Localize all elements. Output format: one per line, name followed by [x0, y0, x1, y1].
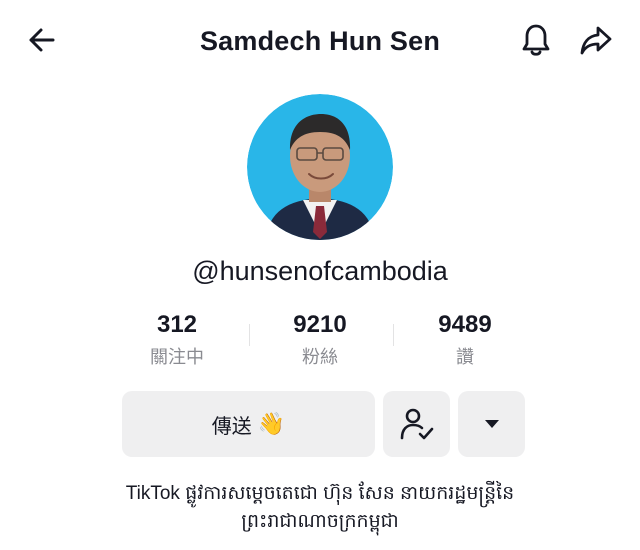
page-title: Samdech Hun Sen: [199, 26, 441, 56]
profile-stats: 312 關注中 9210 粉絲 9489 讚: [0, 310, 640, 374]
arrow-left-icon: [29, 28, 55, 52]
notifications-button[interactable]: [514, 18, 558, 62]
profile-actions: 傳送 👋: [0, 391, 640, 457]
suggested-accounts-button[interactable]: [458, 391, 525, 457]
profile-photo: [247, 94, 393, 240]
message-label: 傳送: [211, 415, 252, 438]
followers-label: 粉絲: [302, 347, 338, 367]
likes-count: 9489: [438, 311, 492, 338]
following-count: 312: [156, 311, 198, 338]
share-arrow-icon: [580, 26, 612, 55]
stat-followers[interactable]: 9210 粉絲: [245, 310, 395, 370]
likes-label: 讚: [456, 347, 474, 367]
stat-likes[interactable]: 9489 讚: [390, 310, 540, 370]
bell-icon: [522, 24, 550, 56]
profile-bio: TikTok ផ្លូវការសម្ដេចតេជោ ហ៊ុន សែន នាយករ…: [60, 480, 580, 536]
stat-divider: [393, 324, 394, 346]
avatar[interactable]: [247, 94, 393, 240]
wave-emoji-icon: 👋: [257, 411, 286, 436]
share-button[interactable]: [574, 18, 618, 62]
caret-down-icon: [484, 420, 499, 428]
stat-divider: [249, 324, 250, 346]
followers-count: 9210: [293, 311, 347, 338]
top-navigation-bar: Samdech Hun Sen: [0, 0, 640, 84]
stat-following[interactable]: 312 關注中: [102, 310, 252, 370]
back-button[interactable]: [20, 18, 64, 62]
following-label: 關注中: [150, 347, 204, 367]
following-status-button[interactable]: [383, 391, 450, 457]
person-check-icon: [400, 408, 433, 440]
bio-line: ព្រះរាជាណាចក្រកម្ពុជា: [241, 511, 399, 532]
username-handle: @hunsenofcambodia: [192, 256, 448, 286]
message-button[interactable]: 傳送 👋: [122, 391, 375, 457]
bio-line: TikTok ផ្លូវការសម្ដេចតេជោ ហ៊ុន សែន នាយករ…: [125, 483, 515, 504]
